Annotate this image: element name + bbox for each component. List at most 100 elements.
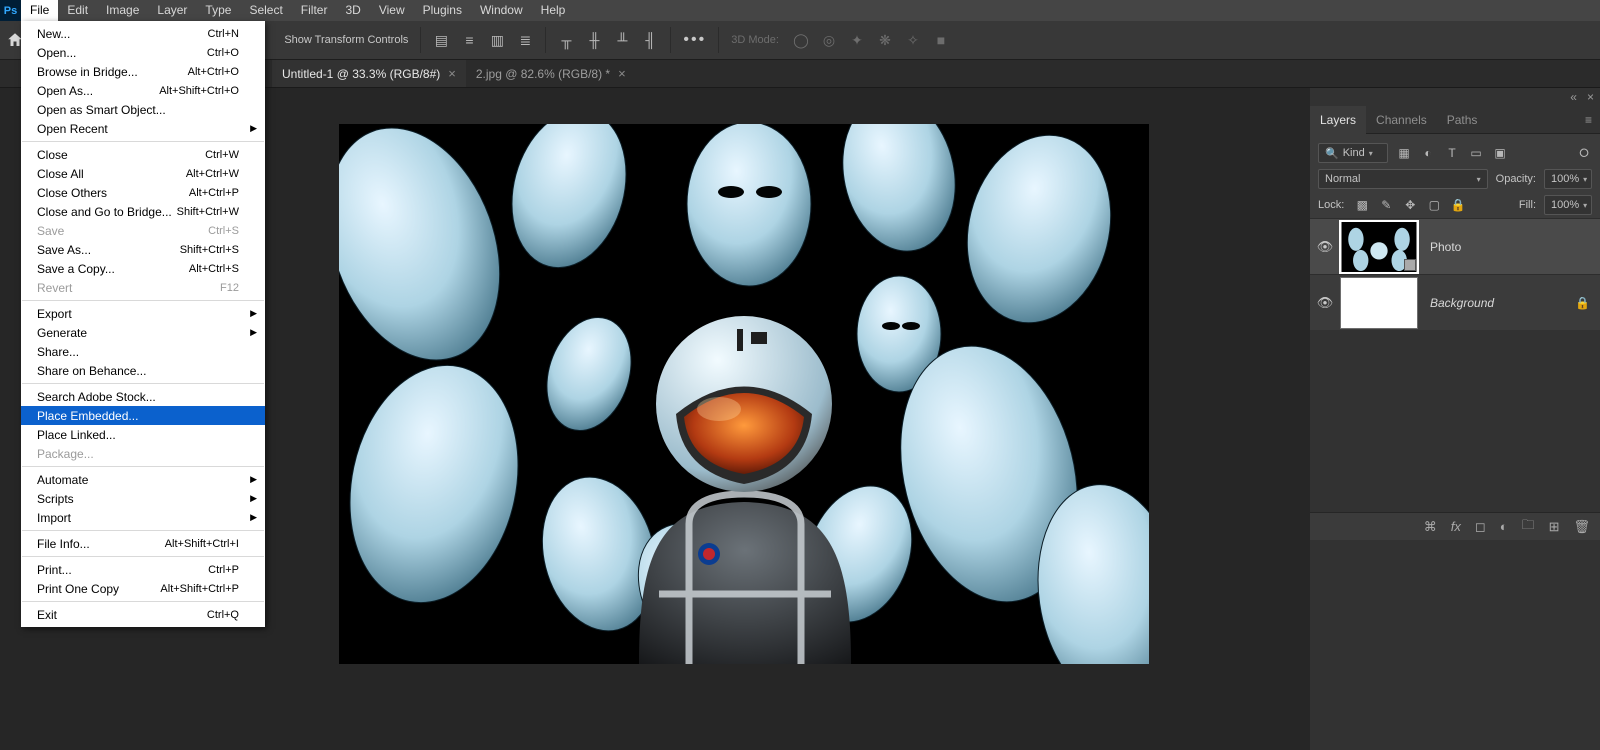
pan-icon[interactable]: ◎: [821, 32, 837, 48]
menu-item-exit[interactable]: ExitCtrl+Q: [21, 605, 265, 624]
roll-icon[interactable]: ✦: [849, 32, 865, 48]
panel-tab-channels[interactable]: Channels: [1366, 106, 1437, 134]
menu-item-generate[interactable]: Generate▶: [21, 323, 265, 342]
menu-item-print-one-copy[interactable]: Print One CopyAlt+Shift+Ctrl+P: [21, 579, 265, 598]
dist-bottom-icon[interactable]: ╨: [614, 32, 630, 48]
scale-icon[interactable]: ✧: [905, 32, 921, 48]
align-right-icon[interactable]: ▥: [489, 32, 505, 48]
menu-item-export[interactable]: Export▶: [21, 304, 265, 323]
layer-row-background[interactable]: 👁 Background 🔒: [1310, 274, 1600, 330]
layer-filter-kind[interactable]: 🔍Kind▾: [1318, 143, 1388, 163]
menu-layer[interactable]: Layer: [148, 0, 196, 21]
mask-icon[interactable]: ◻: [1475, 519, 1486, 535]
menu-item-close[interactable]: CloseCtrl+W: [21, 145, 265, 164]
panel-menu-icon[interactable]: ≡: [1577, 113, 1600, 127]
menu-item-open-as[interactable]: Open As...Alt+Shift+Ctrl+O: [21, 81, 265, 100]
delete-layer-icon[interactable]: 🗑: [1573, 519, 1590, 535]
menu-item-place-embedded[interactable]: Place Embedded...: [21, 406, 265, 425]
menu-item-open[interactable]: Open...Ctrl+O: [21, 43, 265, 62]
menu-item-import[interactable]: Import▶: [21, 508, 265, 527]
collapse-icon[interactable]: «: [1570, 90, 1577, 104]
menu-help[interactable]: Help: [532, 0, 575, 21]
menu-select[interactable]: Select: [240, 0, 291, 21]
dist-top-icon[interactable]: ╥: [558, 32, 574, 48]
lock-position-icon[interactable]: ✥: [1402, 197, 1418, 213]
menu-item-share-on-behance[interactable]: Share on Behance...: [21, 361, 265, 380]
menu-image[interactable]: Image: [97, 0, 148, 21]
menu-item-browse-in-bridge[interactable]: Browse in Bridge...Alt+Ctrl+O: [21, 62, 265, 81]
close-icon[interactable]: ×: [448, 66, 456, 81]
visibility-toggle[interactable]: 👁: [1310, 295, 1340, 311]
menu-item-close-and-go-to-bridge[interactable]: Close and Go to Bridge...Shift+Ctrl+W: [21, 202, 265, 221]
tab-2jpg[interactable]: 2.jpg @ 82.6% (RGB/8) * ×: [466, 60, 636, 87]
menu-file[interactable]: File: [21, 0, 58, 21]
group-icon[interactable]: 🗀: [1522, 516, 1535, 538]
align-left-icon[interactable]: ▤: [433, 32, 449, 48]
menu-type[interactable]: Type: [196, 0, 240, 21]
menu-filter[interactable]: Filter: [292, 0, 337, 21]
orbit-icon[interactable]: ◯: [793, 32, 809, 48]
link-layers-icon[interactable]: ⌘: [1424, 519, 1437, 535]
layer-row-photo[interactable]: 👁 Photo: [1310, 218, 1600, 274]
menu-edit[interactable]: Edit: [58, 0, 97, 21]
menu-item-close-all[interactable]: Close AllAlt+Ctrl+W: [21, 164, 265, 183]
menu-item-search-adobe-stock[interactable]: Search Adobe Stock...: [21, 387, 265, 406]
close-icon[interactable]: ×: [618, 66, 626, 81]
menu-item-place-linked[interactable]: Place Linked...: [21, 425, 265, 444]
menu-plugins[interactable]: Plugins: [414, 0, 471, 21]
menu-window[interactable]: Window: [471, 0, 532, 21]
align-icons: ▤ ≡ ▥ ≣: [433, 32, 533, 48]
slide-icon[interactable]: ❋: [877, 32, 893, 48]
submenu-arrow-icon: ▶: [250, 308, 257, 319]
lock-pixels-icon[interactable]: ✎: [1378, 197, 1394, 213]
dist-right-icon[interactable]: ╢: [642, 32, 658, 48]
filter-adjust-icon[interactable]: ◐: [1420, 145, 1436, 161]
align-center-icon[interactable]: ≡: [461, 32, 477, 48]
opacity-field[interactable]: 100%▾: [1544, 169, 1592, 189]
adjustment-icon[interactable]: ◐: [1500, 519, 1508, 534]
menu-item-print[interactable]: Print...Ctrl+P: [21, 560, 265, 579]
submenu-arrow-icon: ▶: [250, 512, 257, 523]
dist-vcenter-icon[interactable]: ╫: [586, 32, 602, 48]
blend-mode-select[interactable]: Normal▾: [1318, 169, 1488, 189]
close-panel-icon[interactable]: ×: [1587, 90, 1594, 104]
camera-icon[interactable]: ■: [933, 32, 949, 48]
more-icon[interactable]: •••: [683, 31, 706, 49]
menu-item-open-recent[interactable]: Open Recent▶: [21, 119, 265, 138]
layer-thumbnail[interactable]: [1340, 277, 1418, 329]
submenu-arrow-icon: ▶: [250, 327, 257, 338]
filter-smart-icon[interactable]: ▣: [1492, 145, 1508, 161]
document-canvas[interactable]: [339, 124, 1149, 664]
menu-item-automate[interactable]: Automate▶: [21, 470, 265, 489]
filter-pixel-icon[interactable]: ▦: [1396, 145, 1412, 161]
menu-item-open-as-smart-object[interactable]: Open as Smart Object...: [21, 100, 265, 119]
menu-item-scripts[interactable]: Scripts▶: [21, 489, 265, 508]
lock-all-icon[interactable]: 🔒: [1450, 197, 1466, 213]
layer-name[interactable]: Background: [1430, 296, 1494, 310]
lock-icon[interactable]: 🔒: [1575, 296, 1590, 310]
tab-untitled-1[interactable]: Untitled-1 @ 33.3% (RGB/8#) ×: [272, 60, 466, 87]
fx-icon[interactable]: fx: [1451, 519, 1461, 534]
menu-item-save-as[interactable]: Save As...Shift+Ctrl+S: [21, 240, 265, 259]
layer-name[interactable]: Photo: [1430, 240, 1461, 254]
panel-tab-layers[interactable]: Layers: [1310, 106, 1366, 134]
fill-field[interactable]: 100%▾: [1544, 195, 1592, 215]
menu-3d[interactable]: 3D: [336, 0, 369, 21]
lock-transparency-icon[interactable]: ▩: [1354, 197, 1370, 213]
lock-artboard-icon[interactable]: ▢: [1426, 197, 1442, 213]
layer-thumbnail[interactable]: [1340, 221, 1418, 273]
panel-tab-paths[interactable]: Paths: [1437, 106, 1488, 134]
filter-type-icon[interactable]: T: [1444, 145, 1460, 161]
new-layer-icon[interactable]: ⊞: [1549, 519, 1560, 535]
menu-item-save-a-copy[interactable]: Save a Copy...Alt+Ctrl+S: [21, 259, 265, 278]
panels-column: « × Layers Channels Paths ≡ 🔍Kind▾ ▦ ◐ T…: [1310, 88, 1600, 750]
menu-item-close-others[interactable]: Close OthersAlt+Ctrl+P: [21, 183, 265, 202]
menu-item-file-info[interactable]: File Info...Alt+Shift+Ctrl+I: [21, 534, 265, 553]
menu-item-new[interactable]: New...Ctrl+N: [21, 24, 265, 43]
filter-shape-icon[interactable]: ▭: [1468, 145, 1484, 161]
align-distribute-icon[interactable]: ≣: [517, 32, 533, 48]
menu-view[interactable]: View: [370, 0, 414, 21]
filter-toggle-icon[interactable]: ⭘: [1576, 145, 1592, 161]
visibility-toggle[interactable]: 👁: [1310, 239, 1340, 255]
menu-item-share[interactable]: Share...: [21, 342, 265, 361]
